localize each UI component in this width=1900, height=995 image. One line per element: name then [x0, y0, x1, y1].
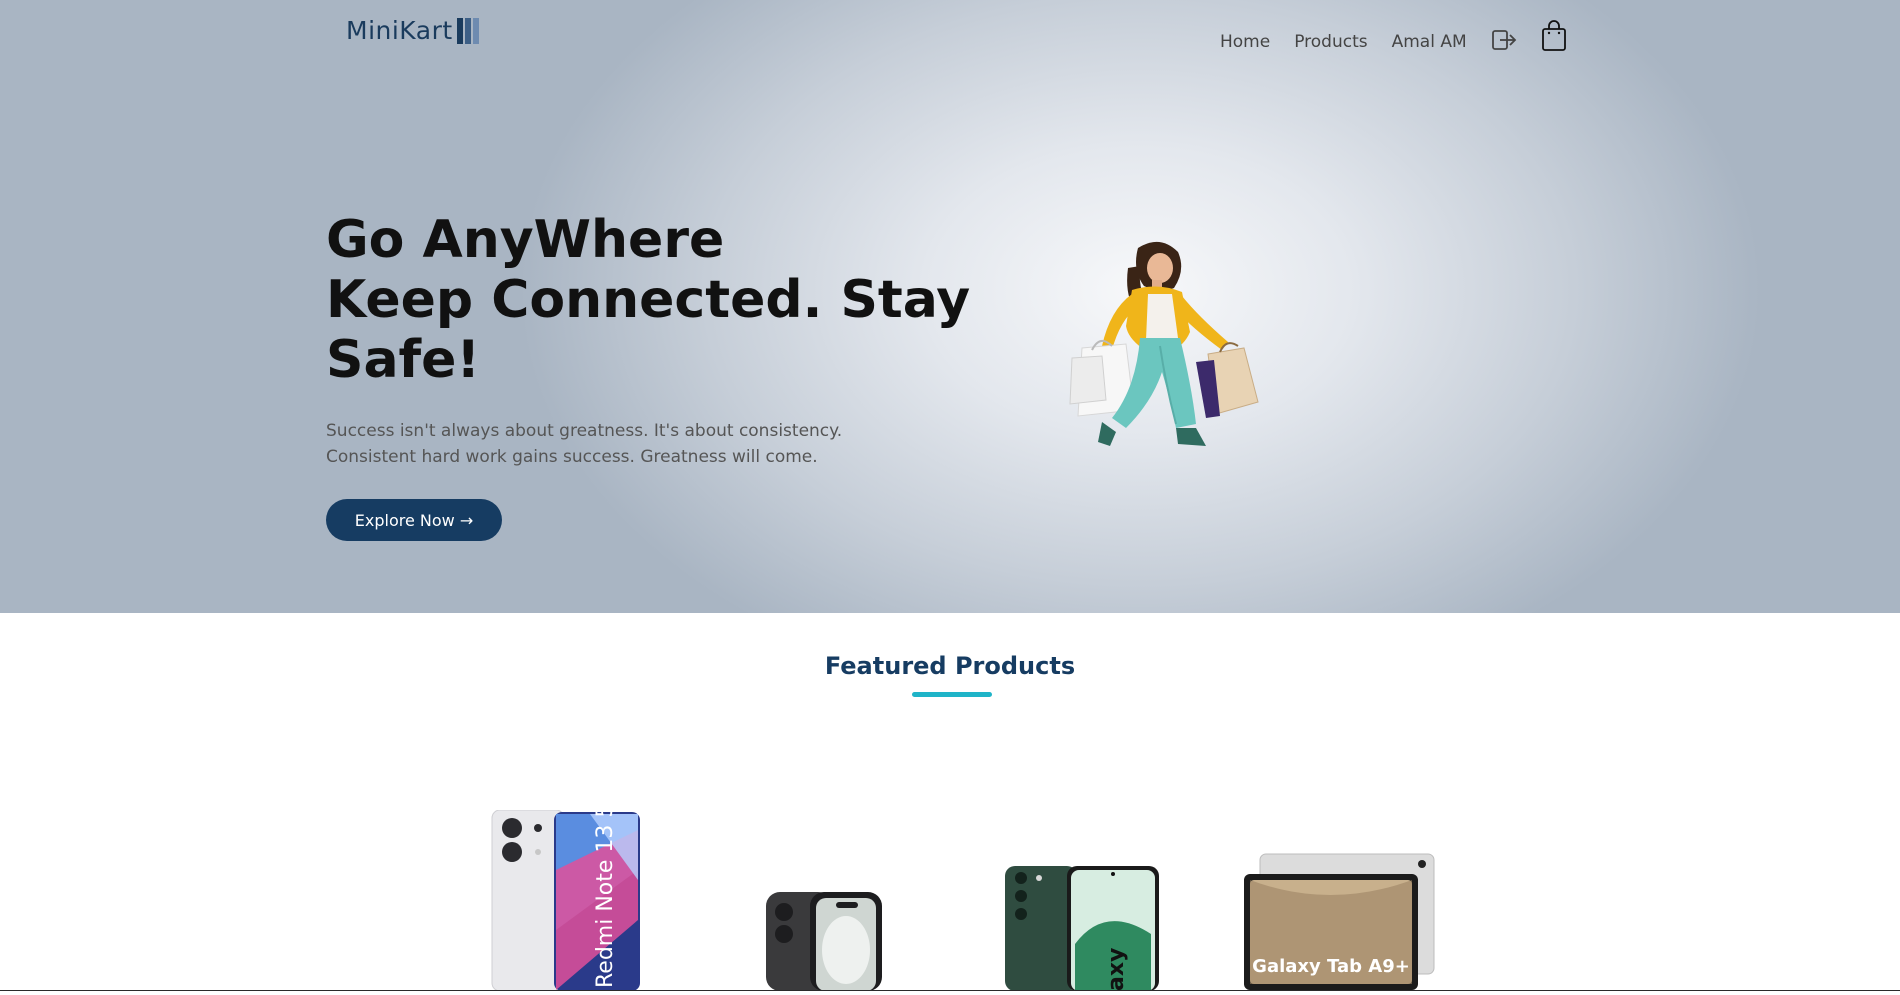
shopping-bag-icon[interactable] [1541, 20, 1567, 56]
product-card[interactable]: Redmi Note 13 5G [490, 787, 642, 995]
hero-headline-line-1: Go AnyWhere [326, 210, 725, 270]
hero-section: MiniKart Home Products Amal AM Go AnyWhe… [0, 0, 1900, 613]
main-nav: Home Products Amal AM [1220, 20, 1591, 56]
nav-user-link[interactable]: Amal AM [1392, 32, 1467, 52]
product-card[interactable]: axy [1003, 864, 1159, 995]
explore-now-button[interactable]: Explore Now → [326, 499, 502, 541]
nav-products-link[interactable]: Products [1294, 32, 1367, 52]
product-image-iphone [766, 892, 882, 991]
product-image-galaxy-tab: Galaxy Tab A9+ [1244, 853, 1435, 990]
nav-home-link[interactable]: Home [1220, 32, 1270, 52]
product-image-galaxy-s22: axy [1005, 866, 1159, 991]
product-label-galaxy-tab: Galaxy Tab A9+ [1252, 956, 1410, 977]
title-underline [912, 692, 992, 697]
product-label-redmi: Redmi Note 13 5G [593, 810, 618, 988]
featured-products-list: Redmi Note 13 5G axy Galaxy Tab A9+ [0, 787, 1900, 992]
shopping-woman-image [1069, 241, 1259, 446]
product-card[interactable]: Galaxy Tab A9+ [1242, 852, 1436, 995]
brand-name: MiniKart [346, 16, 453, 45]
product-card[interactable] [764, 890, 884, 995]
hero-headline-line-3: Safe! [326, 330, 481, 390]
brand-logo[interactable]: MiniKart [346, 16, 479, 45]
logout-icon[interactable] [1491, 29, 1517, 55]
logo-bars-icon [456, 17, 479, 44]
product-label-galaxy-s22: axy [1104, 948, 1129, 991]
hero-subtext: Success isn't always about greatness. It… [326, 421, 843, 467]
hero-headline-line-2: Keep Connected. Stay [326, 270, 971, 330]
featured-products-title: Featured Products [824, 652, 1076, 680]
product-image-redmi: Redmi Note 13 5G [491, 787, 640, 992]
hero-headline: Go AnyWhere Keep Connected. Stay Safe! [326, 210, 971, 390]
